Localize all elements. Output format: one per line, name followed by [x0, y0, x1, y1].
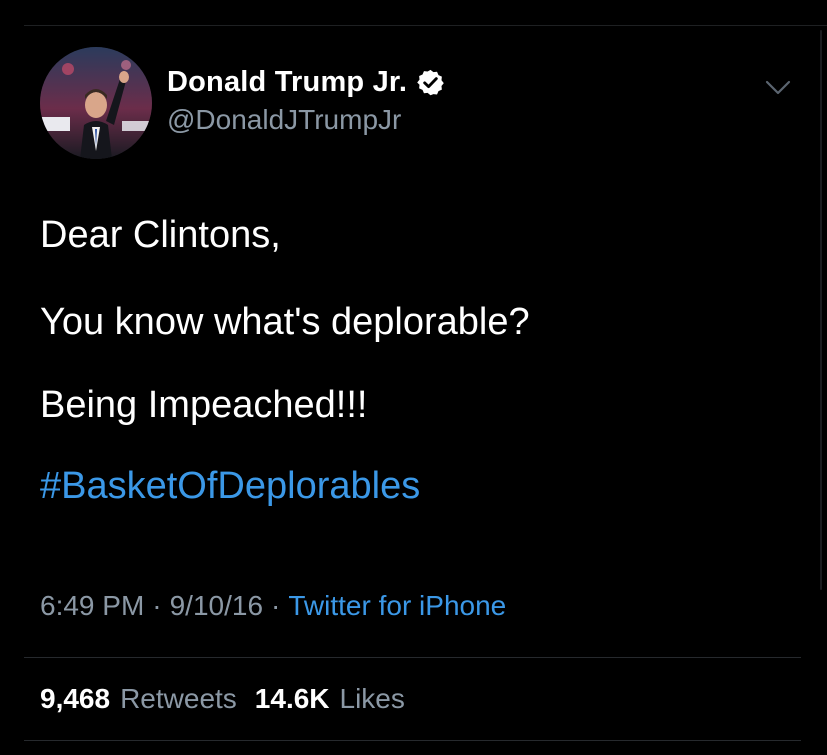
tweet-stats: 9,468 Retweets 14.6K Likes	[40, 683, 405, 715]
likes-count[interactable]: 14.6K	[255, 683, 330, 715]
tweet-date[interactable]: 9/10/16	[170, 590, 263, 622]
meta-separator: ·	[152, 590, 162, 621]
hashtag-link[interactable]: #BasketOfDeplorables	[40, 463, 420, 509]
tweet-card: Donald Trump Jr. @DonaldJTrumpJr Dear Cl…	[0, 0, 827, 755]
display-name[interactable]: Donald Trump Jr.	[167, 66, 407, 99]
tweet-meta: 6:49 PM · 9/10/16 · Twitter for iPhone	[40, 590, 506, 622]
divider	[24, 740, 801, 741]
tweet-line: You know what's deplorable?	[40, 301, 530, 343]
tweet-line: Being Impeached!!!	[40, 384, 368, 426]
likes-label[interactable]: Likes	[340, 683, 405, 715]
top-divider	[24, 25, 827, 26]
retweets-count[interactable]: 9,468	[40, 683, 110, 715]
name-row[interactable]: Donald Trump Jr.	[167, 66, 445, 99]
divider	[24, 657, 801, 658]
avatar[interactable]	[40, 47, 152, 159]
verified-badge-icon	[417, 69, 444, 96]
profile-photo-icon	[40, 47, 152, 159]
retweets-label[interactable]: Retweets	[120, 683, 237, 715]
tweet-source-link[interactable]: Twitter for iPhone	[288, 590, 506, 622]
chevron-down-icon[interactable]	[763, 76, 793, 100]
user-handle[interactable]: @DonaldJTrumpJr	[167, 104, 401, 136]
scrollbar[interactable]	[820, 30, 822, 590]
tweet-time[interactable]: 6:49 PM	[40, 590, 144, 622]
meta-separator: ·	[271, 590, 281, 621]
tweet-line: Dear Clintons,	[40, 214, 281, 256]
